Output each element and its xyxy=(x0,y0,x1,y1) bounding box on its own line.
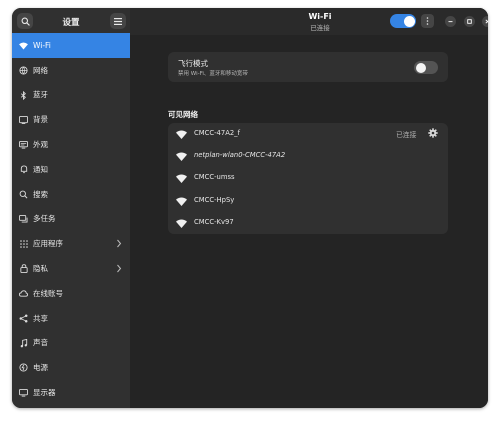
sidebar-item-background[interactable]: 背景 xyxy=(12,107,130,132)
sidebar-header: 设置 xyxy=(12,8,130,35)
display-icon xyxy=(19,388,28,397)
sidebar-item-displays[interactable]: 显示器 xyxy=(12,380,130,405)
sidebar-item-label: 背景 xyxy=(33,115,48,125)
bell-icon xyxy=(19,165,28,174)
minimize-icon xyxy=(448,21,453,23)
appearance-icon xyxy=(19,140,28,149)
sidebar-item-label: 多任务 xyxy=(33,214,56,224)
sidebar-item-label: 网络 xyxy=(33,65,48,75)
network-list: CMCC-47A2_f 已连接 netplan-wlan0-CMCC-47A2 … xyxy=(168,123,448,234)
sidebar-item-online-accounts[interactable]: 在线账号 xyxy=(12,281,130,306)
sidebar-item-apps[interactable]: 应用程序 xyxy=(12,231,130,256)
sidebar-item-search[interactable]: 搜索 xyxy=(12,182,130,207)
hamburger-menu-icon xyxy=(114,17,122,25)
sidebar: 设置 Wi-Fi 网络 蓝牙 背景 外观 通知 搜索 多任务 应用程序 隐私 在… xyxy=(12,8,130,408)
sidebar-item-appearance[interactable]: 外观 xyxy=(12,132,130,157)
page-subtitle: 已连接 xyxy=(310,24,330,32)
sidebar-item-label: 隐私 xyxy=(33,264,48,274)
sidebar-item-label: 蓝牙 xyxy=(33,90,48,100)
sidebar-item-label: 通知 xyxy=(33,164,48,174)
wifi-signal-icon xyxy=(176,152,187,162)
sidebar-item-label: 声音 xyxy=(33,338,48,348)
share-icon xyxy=(19,314,28,323)
sidebar-item-label: 外观 xyxy=(33,140,48,150)
airplane-mode-switch[interactable] xyxy=(414,61,438,74)
network-row[interactable]: CMCC-HpSy xyxy=(168,190,448,212)
network-name: netplan-wlan0-CMCC-47A2 xyxy=(194,151,286,160)
sidebar-item-power[interactable]: 电源 xyxy=(12,355,130,380)
cloud-icon xyxy=(19,289,28,298)
wifi-toggle[interactable] xyxy=(390,14,416,28)
sidebar-item-privacy[interactable]: 隐私 xyxy=(12,256,130,281)
search-icon xyxy=(19,190,28,199)
sidebar-item-wifi[interactable]: Wi-Fi xyxy=(12,33,130,58)
wifi-options-button[interactable] xyxy=(421,14,434,28)
close-button[interactable] xyxy=(482,16,488,27)
airplane-mode-row: 飞行模式 禁用 Wi-Fi、蓝牙和移动宽带 xyxy=(168,52,448,82)
sidebar-item-label: 显示器 xyxy=(33,388,56,398)
sidebar-item-label: 共享 xyxy=(33,313,48,323)
wifi-signal-icon xyxy=(176,174,187,184)
settings-window: 设置 Wi-Fi 网络 蓝牙 背景 外观 通知 搜索 多任务 应用程序 隐私 在… xyxy=(12,8,488,408)
airplane-mode-title: 飞行模式 xyxy=(178,59,208,68)
wifi-signal-icon xyxy=(176,219,187,228)
network-row[interactable]: CMCC-Kv97 xyxy=(168,212,448,234)
sidebar-item-label: 电源 xyxy=(33,363,48,373)
multitasking-icon xyxy=(19,215,28,224)
network-row[interactable]: CMCC-47A2_f 已连接 xyxy=(168,123,448,145)
background-icon xyxy=(19,115,28,124)
toggle-knob xyxy=(403,15,415,27)
wifi-signal-icon xyxy=(176,197,187,206)
main-panel: Wi-Fi 已连接 飞行模式 禁用 Wi-Fi、蓝牙和移动宽带 可见网络 CMC… xyxy=(130,8,488,408)
sidebar-item-label: 搜索 xyxy=(33,189,48,199)
wifi-signal-icon xyxy=(176,130,187,139)
wifi-icon xyxy=(19,41,28,50)
maximize-button[interactable] xyxy=(464,16,475,27)
sidebar-item-multitasking[interactable]: 多任务 xyxy=(12,207,130,232)
minimize-button[interactable] xyxy=(445,16,456,27)
sidebar-item-label: 在线账号 xyxy=(33,288,63,298)
sidebar-item-network[interactable]: 网络 xyxy=(12,58,130,83)
maximize-icon xyxy=(467,19,472,24)
gear-icon[interactable] xyxy=(428,128,438,138)
sidebar-item-label: Wi-Fi xyxy=(33,40,51,50)
network-row[interactable]: CMCC-umss xyxy=(168,167,448,189)
bluetooth-icon xyxy=(19,90,28,100)
music-note-icon xyxy=(19,338,28,348)
sidebar-item-sharing[interactable]: 共享 xyxy=(12,306,130,331)
sidebar-item-bluetooth[interactable]: 蓝牙 xyxy=(12,83,130,108)
network-row[interactable]: netplan-wlan0-CMCC-47A2 xyxy=(168,145,448,167)
lock-icon xyxy=(19,264,28,274)
close-icon xyxy=(485,19,488,24)
network-name: CMCC-umss xyxy=(194,173,235,182)
main-menu-button[interactable] xyxy=(110,13,126,29)
network-name: CMCC-HpSy xyxy=(194,195,235,204)
sidebar-item-notifications[interactable]: 通知 xyxy=(12,157,130,182)
visible-networks-heading: 可见网络 xyxy=(168,110,198,119)
toggle-knob xyxy=(415,62,426,73)
apps-grid-icon xyxy=(19,239,28,248)
sidebar-item-label: 应用程序 xyxy=(33,239,63,249)
chevron-right-icon xyxy=(117,240,122,248)
power-icon xyxy=(19,363,28,372)
network-status: 已连接 xyxy=(396,131,417,139)
sidebar-nav: Wi-Fi 网络 蓝牙 背景 外观 通知 搜索 多任务 应用程序 隐私 在线账号… xyxy=(12,33,130,405)
sidebar-item-sound[interactable]: 声音 xyxy=(12,331,130,356)
page-title: Wi-Fi xyxy=(308,12,332,21)
network-name: CMCC-Kv97 xyxy=(194,217,234,226)
airplane-mode-subtitle: 禁用 Wi-Fi、蓝牙和移动宽带 xyxy=(178,71,248,77)
chevron-right-icon xyxy=(117,264,122,273)
network-icon xyxy=(19,66,28,75)
network-name: CMCC-47A2_f xyxy=(194,129,240,137)
more-vertical-icon xyxy=(426,17,429,25)
header-bar: Wi-Fi 已连接 xyxy=(130,8,488,35)
